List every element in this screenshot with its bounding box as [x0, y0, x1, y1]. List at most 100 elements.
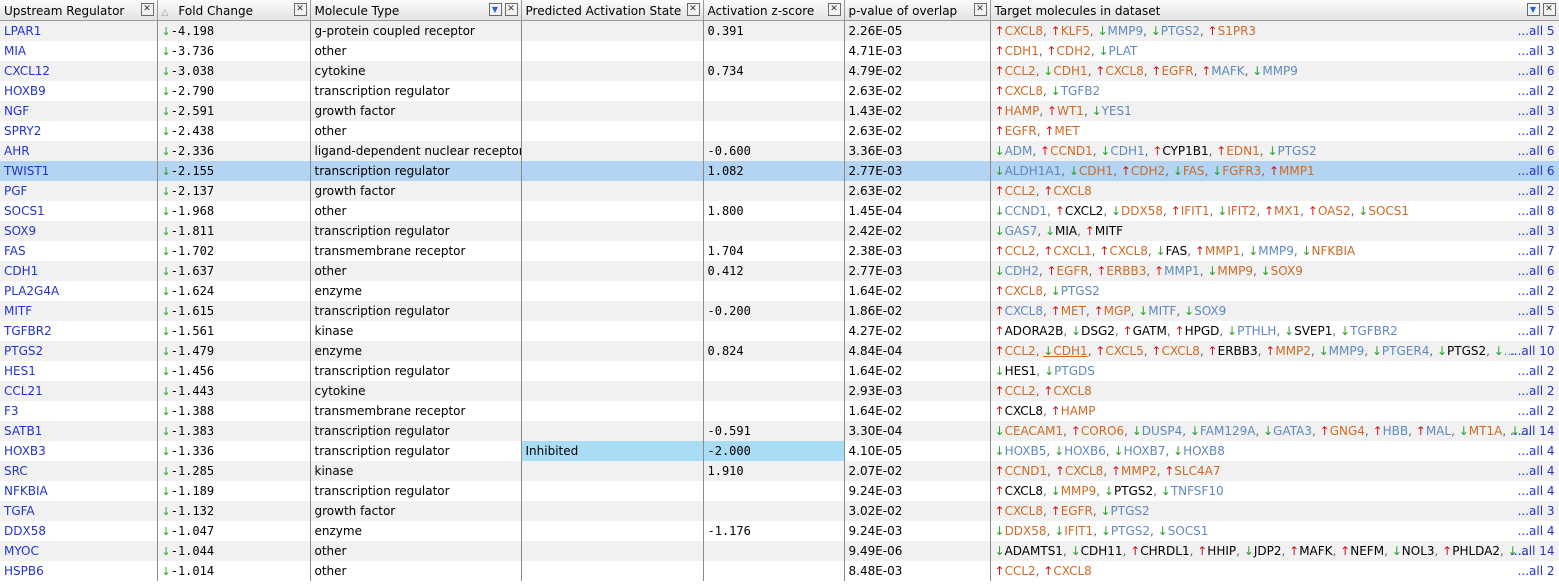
- table-row[interactable]: PTGS2 ↓-1.479 enzyme 0.824 4.84E-04 ↑CCL2, ↓C…: [0, 340, 1559, 361]
- target-molecule[interactable]: ↓MIA: [1045, 224, 1077, 238]
- show-all-link[interactable]: ...all 4: [1518, 484, 1555, 498]
- target-molecule[interactable]: ↑CXCL8: [995, 304, 1044, 318]
- upstream-regulator-link[interactable]: SRC: [0, 460, 158, 481]
- upstream-regulator-link[interactable]: SOX9: [0, 220, 158, 241]
- target-molecule[interactable]: ↓PTGS2: [1101, 524, 1150, 538]
- target-molecule[interactable]: ↓PTGS2: [1100, 504, 1149, 518]
- target-molecule[interactable]: ↑CCND1: [995, 464, 1048, 478]
- table-row[interactable]: SATB1 ↓-1.383 transcription regulator -0.59…: [0, 420, 1559, 441]
- target-molecule[interactable]: ↑MGP: [1094, 304, 1131, 318]
- target-molecule[interactable]: ↓SVEP1: [1284, 324, 1332, 338]
- target-molecule[interactable]: ↑CXCL8: [995, 484, 1044, 498]
- target-molecule[interactable]: ↓PTGS2: [1051, 284, 1100, 298]
- target-molecule[interactable]: ↓HOXB6: [1054, 444, 1106, 458]
- upstream-regulator-link[interactable]: MIA: [0, 40, 158, 61]
- target-molecule[interactable]: ↓MMP9: [1207, 264, 1253, 278]
- target-molecule[interactable]: ↓PTGS2: [1151, 24, 1200, 38]
- table-row[interactable]: SRC ↓-1.285 kinase 1.910 2.07E-02 ↑CCND1, ↑CX…: [0, 460, 1559, 481]
- target-molecule[interactable]: ↓PLAT: [1098, 44, 1137, 58]
- target-molecule[interactable]: ↓DDX58: [1111, 204, 1163, 218]
- table-row[interactable]: TGFBR2 ↓-1.561 kinase 4.27E-02 ↑ADORA2B, ↓DS…: [0, 320, 1559, 341]
- target-molecule[interactable]: ↑CCL2: [995, 384, 1036, 398]
- column-header[interactable]: Molecule Type ▼ ✕: [310, 0, 522, 21]
- target-molecule[interactable]: ↓MMP9: [1252, 64, 1298, 78]
- upstream-regulator-link[interactable]: SOCS1: [0, 200, 158, 221]
- target-molecule[interactable]: ↑MX1: [1264, 204, 1300, 218]
- target-molecule[interactable]: ↑MAL: [1416, 424, 1451, 438]
- target-molecule[interactable]: ↓MMP9: [1319, 344, 1365, 358]
- upstream-regulator-link[interactable]: DDX58: [0, 520, 158, 541]
- column-header[interactable]: △ Fold Change ✕: [157, 0, 311, 21]
- table-row[interactable]: MYOC ↓-1.044 other 9.49E-06 ↓ADAMTS1, ↓CDH11…: [0, 540, 1559, 561]
- target-molecule[interactable]: ↑MAFK: [1201, 64, 1244, 78]
- upstream-regulator-link[interactable]: HOXB3: [0, 440, 158, 461]
- target-molecule[interactable]: ↓MT1A: [1459, 424, 1503, 438]
- target-molecule[interactable]: ↑CDH1: [995, 44, 1039, 58]
- target-molecule[interactable]: ↓SOCS1: [1358, 204, 1409, 218]
- close-column-icon[interactable]: ✕: [140, 3, 154, 16]
- target-molecule[interactable]: ↓CDH1: [1100, 144, 1144, 158]
- table-row[interactable]: CDH1 ↓-1.637 other 0.412 2.77E-03 ↓CDH2, ↑EGF…: [0, 260, 1559, 281]
- show-all-link[interactable]: ...all 2: [1518, 84, 1555, 98]
- table-row[interactable]: TWIST1 ↓-2.155 transcription regulator 1.08…: [0, 160, 1559, 181]
- target-molecule[interactable]: ↑MITF: [1085, 224, 1123, 238]
- upstream-regulator-link[interactable]: CCL21: [0, 380, 158, 401]
- table-row[interactable]: TGFA ↓-1.132 growth factor 3.02E-02 ↑CXCL8, …: [0, 500, 1559, 521]
- target-molecule[interactable]: ↓TGFB2: [1051, 84, 1100, 98]
- target-molecule[interactable]: ↑MAFK: [1289, 544, 1332, 558]
- target-molecule[interactable]: ↓PTGS2: [1267, 144, 1316, 158]
- upstream-regulator-link[interactable]: MYOC: [0, 540, 158, 561]
- show-all-link[interactable]: ...all 8: [1518, 204, 1555, 218]
- target-molecule[interactable]: ↑GNG4: [1320, 424, 1365, 438]
- target-molecule[interactable]: ↓PTGER4: [1372, 344, 1429, 358]
- target-molecule[interactable]: ↓HOXB7: [1114, 444, 1166, 458]
- table-row[interactable]: CXCL12 ↓-3.038 cytokine 0.734 4.79E-02 ↑CCL2,…: [0, 60, 1559, 81]
- target-molecule[interactable]: ↑ERBB3: [1208, 344, 1258, 358]
- target-molecule[interactable]: ↑CXCL5: [1095, 344, 1144, 358]
- target-molecule[interactable]: ↑CCL2: [995, 344, 1036, 358]
- target-molecule[interactable]: ↓SOCS1: [1158, 524, 1209, 538]
- target-molecule[interactable]: ↓IFIT2: [1217, 204, 1256, 218]
- show-all-link[interactable]: ...all 3: [1518, 44, 1555, 58]
- target-molecule[interactable]: ↑EGFR: [995, 124, 1037, 138]
- show-all-link[interactable]: ...all 14: [1510, 544, 1555, 558]
- target-molecule[interactable]: ↓MITF: [1138, 304, 1176, 318]
- table-row[interactable]: PGF ↓-2.137 growth factor 2.63E-02 ↑CCL2, ↑C…: [0, 180, 1559, 201]
- table-row[interactable]: DDX58 ↓-1.047 enzyme -1.176 9.24E-03 ↓DDX58, …: [0, 520, 1559, 541]
- table-row[interactable]: NGF ↓-2.591 growth factor 1.43E-02 ↑HAMP, ↑W…: [0, 100, 1559, 121]
- target-molecule[interactable]: ↑CXCL8: [1151, 344, 1200, 358]
- target-molecule[interactable]: ↓PTGDS: [1044, 364, 1095, 378]
- target-molecule[interactable]: ↓HOXB8: [1173, 444, 1225, 458]
- target-molecule[interactable]: ↓MMP9: [1097, 24, 1143, 38]
- show-all-link[interactable]: ...all 10: [1510, 344, 1555, 358]
- show-all-link[interactable]: ...all 3: [1518, 504, 1555, 518]
- target-molecule[interactable]: ↓IFIT1: [1054, 524, 1093, 538]
- table-row[interactable]: HES1 ↓-1.456 transcription regulator 1.64E-…: [0, 360, 1559, 381]
- target-molecule[interactable]: ↑EGFR: [1151, 64, 1193, 78]
- target-molecule[interactable]: ↑SLC4A7: [1164, 464, 1220, 478]
- target-molecule[interactable]: ↑CORO6: [1071, 424, 1124, 438]
- target-molecule[interactable]: ↑CXCL8: [1043, 384, 1092, 398]
- table-row[interactable]: CCL21 ↓-1.443 cytokine 2.93E-03 ↑CCL2, ↑CXCL…: [0, 380, 1559, 401]
- table-row[interactable]: LPAR1 ↓-4.198 g-protein coupled receptor 0.…: [0, 20, 1559, 41]
- target-molecule[interactable]: ↓PTGS2: [1104, 484, 1153, 498]
- target-molecule[interactable]: ↓FAS: [1173, 164, 1205, 178]
- target-molecule[interactable]: ↓GAS7: [995, 224, 1038, 238]
- target-molecule[interactable]: ↑CCND1: [1040, 144, 1093, 158]
- target-molecule[interactable]: ↑CHRDL1: [1130, 544, 1189, 558]
- target-molecule[interactable]: ↑CXCL8: [995, 84, 1044, 98]
- target-molecule[interactable]: ↑NEFM: [1340, 544, 1384, 558]
- show-all-link[interactable]: ...all 4: [1518, 444, 1555, 458]
- upstream-regulator-link[interactable]: CXCL12: [0, 60, 158, 81]
- upstream-regulator-link[interactable]: PTGS2: [0, 340, 158, 361]
- target-molecule[interactable]: ↑CXCL8: [1095, 64, 1144, 78]
- upstream-regulator-link[interactable]: TGFA: [0, 500, 158, 521]
- target-molecule[interactable]: ↑CCL2: [995, 244, 1036, 258]
- show-all-link[interactable]: ...all 6: [1518, 144, 1555, 158]
- target-molecule[interactable]: ↓CDH1: [1043, 344, 1087, 358]
- target-molecule[interactable]: ↓HOXB5: [995, 444, 1047, 458]
- target-molecule[interactable]: ↓JDP2: [1244, 544, 1282, 558]
- target-molecule[interactable]: ↑CDH2: [1121, 164, 1165, 178]
- target-molecule[interactable]: ↑HBB: [1373, 424, 1409, 438]
- show-all-link[interactable]: ...all 7: [1518, 324, 1555, 338]
